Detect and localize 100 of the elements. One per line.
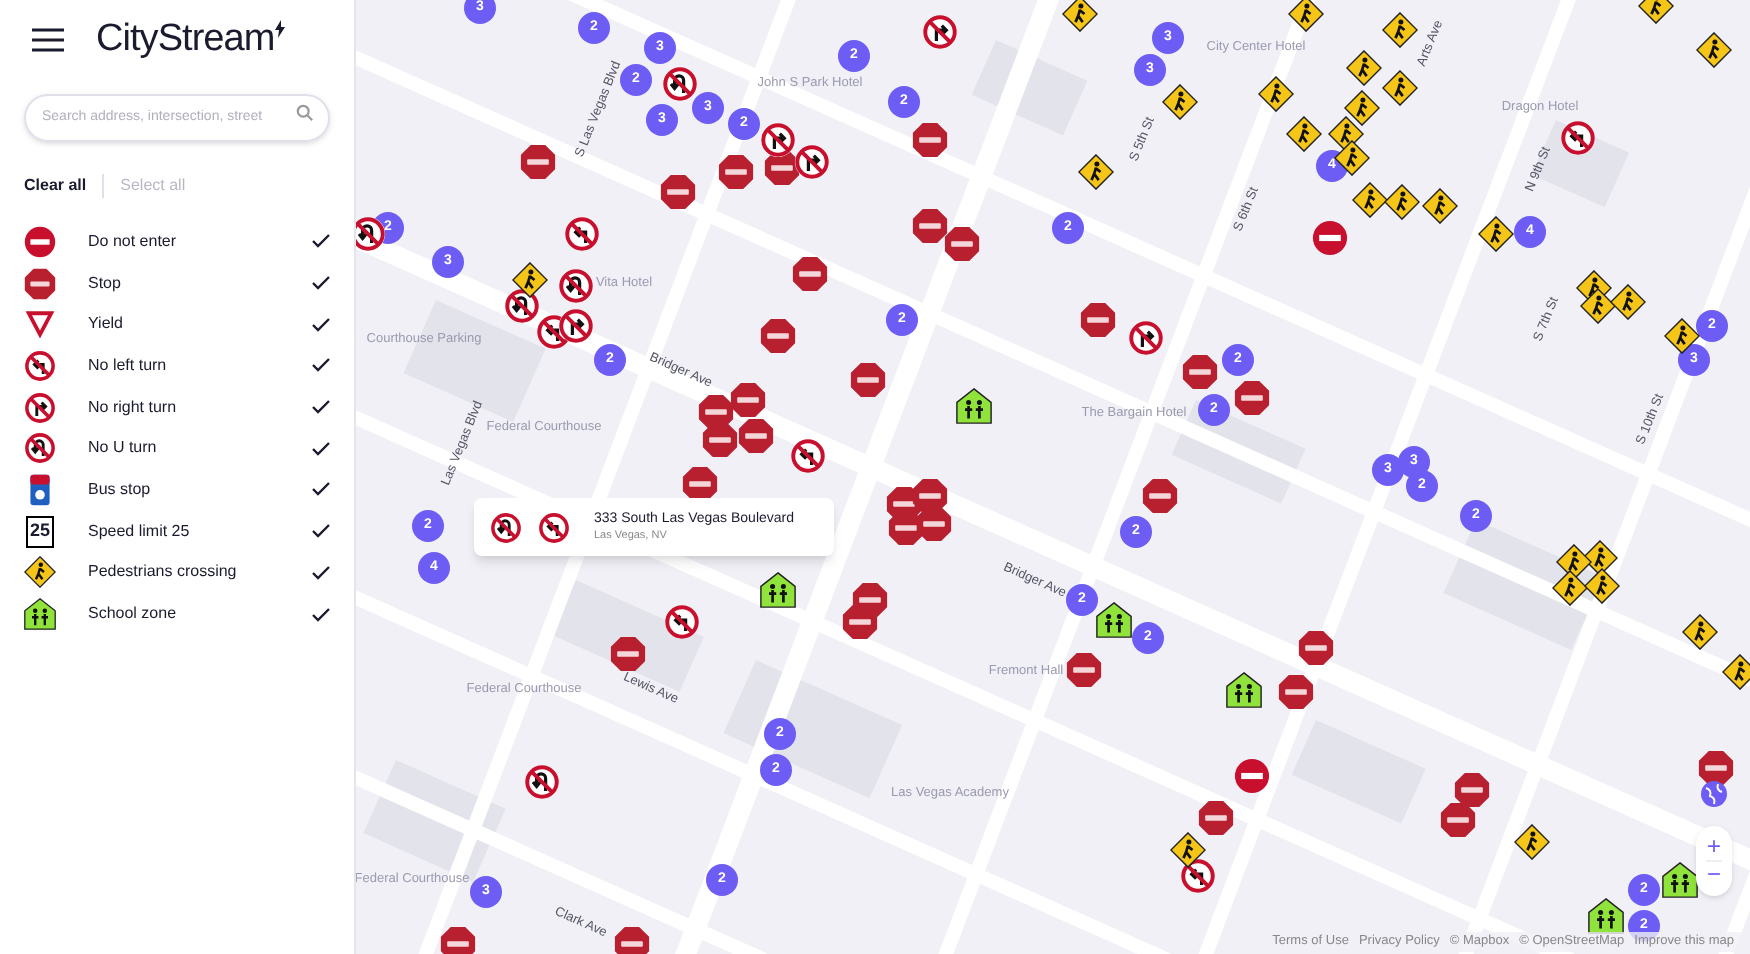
pedestrian-crossing-sign-marker[interactable] (1258, 76, 1294, 112)
pedestrian-crossing-sign-marker[interactable] (1580, 288, 1616, 324)
no-left-turn-sign-marker[interactable] (1560, 120, 1596, 156)
no-right-turn-sign-marker[interactable] (1128, 320, 1164, 356)
legend-item[interactable]: Yield (24, 303, 330, 346)
no-entry-sign-marker[interactable] (1312, 220, 1348, 256)
pedestrian-crossing-sign-marker[interactable] (1422, 188, 1458, 224)
no-right-turn-sign-marker[interactable] (794, 144, 830, 180)
pedestrian-crossing-sign-marker[interactable] (1514, 824, 1550, 860)
legend-item[interactable]: Stop (24, 262, 330, 304)
no-right-turn-sign-marker[interactable] (558, 308, 594, 344)
school-zone-sign-marker[interactable] (1226, 672, 1262, 708)
stop-sign-marker[interactable] (1182, 354, 1218, 390)
stop-sign-marker[interactable] (764, 150, 800, 186)
no-right-turn-sign-marker[interactable] (760, 122, 796, 158)
stop-sign-marker[interactable] (1454, 772, 1490, 808)
stop-sign-marker[interactable] (610, 636, 646, 672)
pedestrian-crossing-sign-marker[interactable] (1346, 50, 1382, 86)
stop-sign-marker[interactable] (1066, 652, 1102, 688)
legend-label: Pedestrians crossing (88, 560, 239, 585)
zoom-out-button[interactable]: − (1706, 860, 1721, 888)
stop-sign-marker[interactable] (440, 926, 476, 954)
clear-all-button[interactable]: Clear all (24, 173, 105, 197)
stop-sign-marker[interactable] (850, 362, 886, 398)
pedestrian-crossing-sign-marker[interactable] (1288, 0, 1324, 32)
legend-item[interactable]: No left turn (24, 345, 330, 387)
pedestrian-crossing-sign-marker[interactable] (1352, 182, 1388, 218)
school-zone-sign-marker[interactable] (1096, 602, 1132, 638)
stop-sign-marker[interactable] (760, 318, 796, 354)
legend-label: No right turn (88, 395, 179, 420)
stop-sign-marker[interactable] (1198, 800, 1234, 836)
legend-item[interactable]: No U turn (24, 427, 330, 470)
stop-sign-marker[interactable] (912, 122, 948, 158)
pedestrian-crossing-sign-marker[interactable] (1478, 216, 1514, 252)
globe-icon[interactable] (1700, 780, 1728, 808)
school-zone-sign-icon (24, 598, 56, 631)
no-entry-sign-marker[interactable] (1234, 758, 1270, 794)
no-u-turn-sign-marker[interactable] (350, 216, 386, 252)
no-right-turn-sign-marker[interactable] (922, 14, 958, 50)
stop-sign-marker[interactable] (1698, 750, 1734, 786)
no-left-turn-sign-icon (24, 349, 56, 382)
pedestrian-crossing-sign-marker[interactable] (1170, 832, 1206, 868)
pedestrian-crossing-sign-marker[interactable] (1382, 12, 1418, 48)
stop-sign-marker[interactable] (1440, 802, 1476, 838)
pedestrian-crossing-sign-marker[interactable] (1552, 570, 1588, 606)
legend-label: Bus stop (88, 477, 153, 502)
pedestrian-crossing-sign-marker[interactable] (1722, 654, 1750, 690)
stop-sign-marker[interactable] (912, 208, 948, 244)
pedestrian-crossing-sign-marker[interactable] (1344, 90, 1380, 126)
stop-sign-marker[interactable] (792, 256, 828, 292)
stop-sign-marker[interactable] (916, 506, 952, 542)
pedestrian-crossing-sign-marker[interactable] (1286, 116, 1322, 152)
bolt-icon (274, 19, 287, 37)
school-zone-sign-marker[interactable] (1662, 862, 1698, 898)
no-left-turn-sign-marker[interactable] (664, 604, 700, 640)
no-u-turn-sign-marker[interactable] (524, 764, 560, 800)
stop-sign-marker[interactable] (1234, 380, 1270, 416)
pedestrian-crossing-sign-marker[interactable] (1162, 84, 1198, 120)
menu-icon[interactable] (32, 28, 64, 52)
pedestrian-crossing-sign-marker[interactable] (1664, 318, 1700, 354)
legend-item[interactable]: 25 Speed limit 25 (24, 510, 330, 552)
stop-sign-marker[interactable] (682, 466, 718, 502)
pedestrian-crossing-sign-marker[interactable] (512, 262, 548, 298)
no-u-turn-sign-marker[interactable] (662, 66, 698, 102)
stop-sign-marker[interactable] (520, 144, 556, 180)
school-zone-sign-marker[interactable] (956, 388, 992, 424)
zoom-in-button[interactable]: + (1706, 834, 1721, 860)
pedestrian-crossing-sign-marker[interactable] (1078, 154, 1114, 190)
legend-item[interactable]: Do not enter (24, 221, 330, 263)
pedestrian-crossing-sign-marker[interactable] (1610, 284, 1646, 320)
stop-sign-marker[interactable] (1278, 674, 1314, 710)
pedestrian-crossing-sign-marker[interactable] (1682, 614, 1718, 650)
stop-sign-marker[interactable] (718, 154, 754, 190)
no-left-turn-sign-marker[interactable] (564, 216, 600, 252)
stop-sign-marker[interactable] (1080, 302, 1116, 338)
no-u-turn-sign-marker[interactable] (558, 268, 594, 304)
no-u-turn-sign-icon (24, 432, 56, 465)
stop-sign-marker[interactable] (730, 382, 766, 418)
pedestrian-crossing-sign-marker[interactable] (1696, 32, 1732, 68)
legend-item[interactable]: Pedestrians crossing (24, 552, 330, 594)
no-left-turn-sign-marker[interactable] (790, 438, 826, 474)
stop-sign-marker[interactable] (1142, 478, 1178, 514)
pedestrian-crossing-sign-marker[interactable] (1334, 140, 1370, 176)
stop-sign-marker[interactable] (842, 604, 878, 640)
no-right-turn-sign-icon (24, 391, 56, 424)
legend-item[interactable]: Bus stop (24, 469, 330, 511)
school-zone-sign-marker[interactable] (1588, 898, 1624, 934)
pedestrian-crossing-sign-marker[interactable] (1062, 0, 1098, 32)
stop-sign-marker[interactable] (702, 422, 738, 458)
legend-item[interactable]: School zone (24, 593, 330, 635)
legend-item[interactable]: No right turn (24, 386, 330, 428)
school-zone-sign-marker[interactable] (760, 572, 796, 608)
stop-sign-marker[interactable] (1298, 630, 1334, 666)
stop-sign-marker[interactable] (614, 926, 650, 954)
pedestrian-crossing-sign-marker[interactable] (1382, 70, 1418, 106)
pedestrian-crossing-sign-marker[interactable] (1584, 568, 1620, 604)
stop-sign-marker[interactable] (944, 226, 980, 262)
stop-sign-marker[interactable] (738, 418, 774, 454)
pedestrian-crossing-sign-marker[interactable] (1384, 184, 1420, 220)
stop-sign-marker[interactable] (660, 174, 696, 210)
